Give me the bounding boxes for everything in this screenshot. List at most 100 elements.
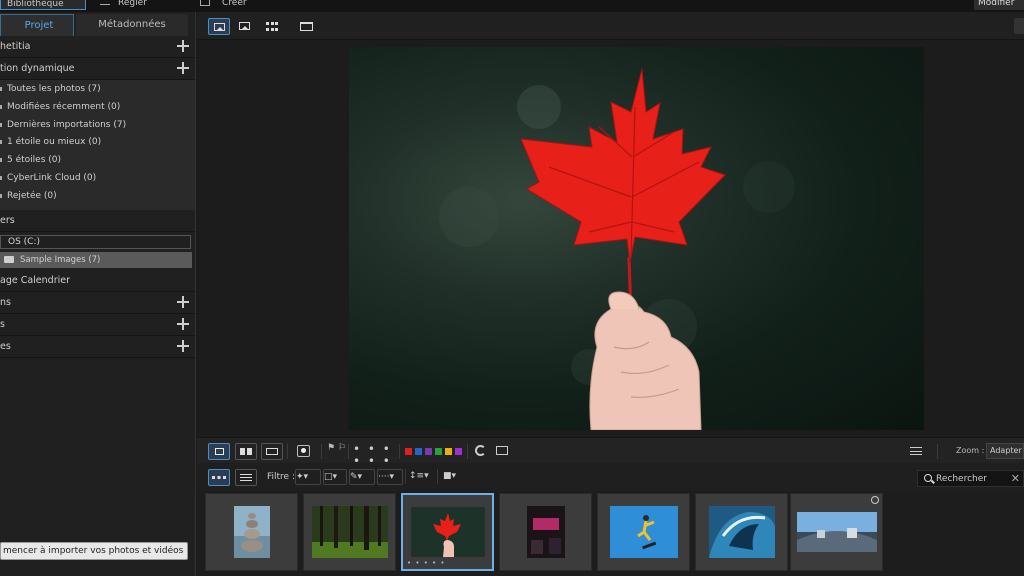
multi-view-button[interactable]: [261, 443, 283, 460]
section-label: es: [0, 340, 11, 352]
face-icon: [297, 445, 310, 457]
view-mode-bar: [197, 12, 1024, 40]
folder-icon: [4, 255, 14, 263]
second-display-button[interactable]: [296, 18, 318, 35]
view-browse-button[interactable]: [208, 18, 230, 35]
color-label-green[interactable]: [435, 448, 442, 455]
section-quick[interactable]: hetitia: [0, 36, 195, 58]
tab-project[interactable]: Projet: [0, 14, 74, 36]
section-calendar[interactable]: age Calendrier: [0, 270, 195, 292]
tab-library[interactable]: Bibliothèque: [0, 0, 86, 10]
list-view-button[interactable]: [235, 469, 257, 486]
dyn-item-cloud[interactable]: CyberLink Cloud (0): [0, 170, 195, 188]
close-icon[interactable]: ✕: [1011, 471, 1020, 486]
dyn-item-last-imports[interactable]: Dernières importations (7): [0, 117, 195, 135]
sort-button[interactable]: ↕≡▾: [409, 469, 433, 485]
filter-label: Filtre :: [267, 472, 295, 482]
thumbnails-icon: [212, 476, 226, 479]
adjust-icon: [100, 0, 110, 5]
color-label-violet[interactable]: [455, 448, 462, 455]
display-options-button[interactable]: [908, 443, 928, 460]
thumbnail-panorama[interactable]: [790, 493, 883, 571]
thumbnail-rock-balance[interactable]: [205, 493, 298, 571]
divider: [399, 444, 400, 459]
search-field[interactable]: ✕: [917, 470, 1024, 487]
add-icon[interactable]: [177, 40, 189, 52]
neon-photo: [526, 506, 565, 558]
create-icon: [200, 0, 210, 6]
zoom-select[interactable]: Adapter: [986, 443, 1024, 459]
list-icon: [240, 474, 252, 481]
divider: [348, 444, 349, 459]
tab-create[interactable]: Créer: [200, 0, 247, 10]
section-dynamic[interactable]: tion dynamique: [0, 58, 195, 80]
thumb-size-button[interactable]: ■▾: [443, 469, 463, 485]
section-folders-label[interactable]: ers: [0, 210, 195, 232]
dyn-item-five-stars[interactable]: 5 étoiles (0): [0, 152, 195, 170]
panorama-photo: [796, 512, 877, 552]
section-tags[interactable]: s: [0, 314, 195, 336]
filter-rating-button[interactable]: ····▾: [377, 469, 403, 485]
viewer-toolbar: ⚑ ⚐ • • • • • • Zoom : Adapter: [197, 437, 1024, 467]
thumbnail-skateboarder[interactable]: [597, 493, 690, 571]
flag-buttons[interactable]: ⚑ ⚐: [327, 443, 347, 460]
color-label-purple[interactable]: [425, 448, 432, 455]
section-albums[interactable]: es: [0, 336, 195, 358]
divider: [287, 444, 288, 459]
dual-view-button[interactable]: [235, 443, 257, 460]
brush-icon: ✎▾: [350, 472, 363, 482]
single-view-button[interactable]: [208, 443, 230, 460]
dyn-item-rejected[interactable]: Rejetée (0): [0, 188, 195, 206]
thumbnail-forest[interactable]: [303, 493, 396, 571]
tab-metadata[interactable]: Métadonnées: [76, 14, 188, 36]
left-panel-tabs: Projet Métadonnées: [0, 12, 195, 36]
dyn-item-recently-modified[interactable]: Modifiées récemment (0): [0, 99, 195, 117]
filmstrip: • • • • •: [197, 491, 1024, 576]
tab-adjust[interactable]: Régler: [100, 0, 147, 10]
forest-photo: [311, 506, 388, 558]
rotate-button[interactable]: [473, 443, 489, 460]
dyn-item-one-star[interactable]: 1 étoile ou mieux (0): [0, 134, 195, 152]
thumbnail-view-button[interactable]: [208, 469, 230, 486]
view-single-button[interactable]: [234, 18, 256, 35]
drive-item[interactable]: OS (C:): [0, 234, 191, 249]
view-grid-button[interactable]: [261, 18, 283, 35]
face-tag-button[interactable]: [293, 443, 315, 460]
photo-viewer: [197, 40, 1024, 437]
modify-button[interactable]: Modifier la: [974, 0, 1024, 22]
add-icon[interactable]: [177, 339, 189, 352]
panel-toggle-button[interactable]: [1014, 18, 1024, 34]
thumbnail-maple-leaf[interactable]: • • • • •: [401, 493, 494, 571]
filter-toolbar: Filtre : ✦▾ □▾ ✎▾ ····▾ ↕≡▾ ■▾ ✕: [197, 463, 1024, 491]
folder-label: Sample Images (7): [20, 254, 101, 265]
stack-icon: ■▾: [443, 471, 457, 481]
star-rating[interactable]: • • • • • •: [353, 443, 395, 467]
section-calendar-label: age Calendrier: [0, 274, 71, 286]
add-icon[interactable]: [177, 295, 189, 308]
import-button[interactable]: mencer à importer vos photos et vidéos i…: [0, 542, 188, 560]
menu-icon: [910, 447, 922, 455]
square-icon: □▾: [324, 472, 338, 482]
main-area: ⚑ ⚐ • • • • • • Zoom : Adapter Filtre : …: [197, 12, 1024, 576]
search-input[interactable]: [936, 473, 1006, 485]
crop-button[interactable]: [495, 443, 513, 460]
section-people[interactable]: ns: [0, 292, 195, 314]
color-label-blue[interactable]: [415, 448, 422, 455]
zoom-label: Zoom :: [956, 446, 985, 455]
filter-edit-button[interactable]: ✎▾: [349, 469, 375, 485]
color-label-yellow[interactable]: [445, 448, 452, 455]
thumbnail-neon-sign[interactable]: [499, 493, 592, 571]
thumbnail-wave[interactable]: [695, 493, 788, 571]
add-icon[interactable]: [177, 317, 189, 330]
divider: [467, 444, 468, 459]
divider: [321, 444, 322, 459]
preview-photo[interactable]: [349, 47, 924, 430]
add-icon[interactable]: [177, 62, 189, 74]
filter-shape-button[interactable]: □▾: [323, 469, 347, 485]
folder-item-sample-images[interactable]: Sample Images (7): [0, 251, 192, 268]
image-icon: [239, 22, 250, 30]
filter-people-button[interactable]: ✦▾: [295, 469, 321, 485]
color-label-red[interactable]: [405, 448, 412, 455]
dyn-item-all-photos[interactable]: Toutes les photos (7): [0, 81, 195, 99]
monitor-icon: [300, 22, 313, 31]
